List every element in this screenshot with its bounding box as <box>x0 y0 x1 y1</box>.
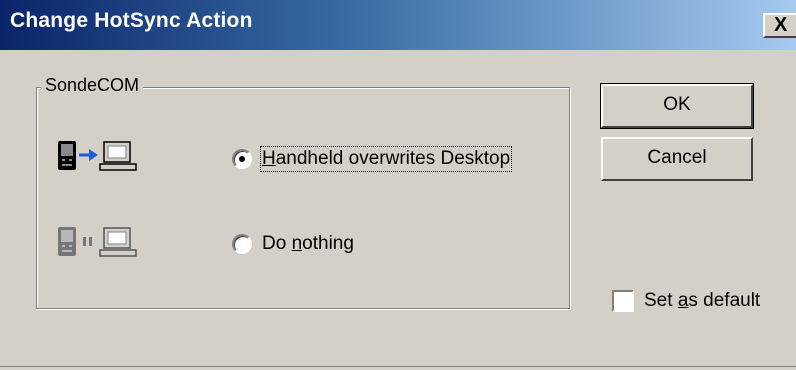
close-button[interactable]: X <box>763 13 796 38</box>
window-bottom-edge <box>0 366 796 370</box>
close-icon: X <box>774 14 788 36</box>
radio-button-selected[interactable] <box>232 149 252 169</box>
radio-handheld-overwrites-desktop[interactable]: Handheld overwrites Desktop <box>232 146 513 172</box>
radio-do-nothing[interactable]: Do nothing <box>232 233 354 255</box>
group-label: SondeCOM <box>41 75 144 96</box>
cancel-button[interactable]: Cancel <box>601 137 753 181</box>
radio-label: Handheld overwrites Desktop <box>259 146 513 172</box>
checkbox-label: Set as default <box>644 290 761 311</box>
do-nothing-icon <box>58 227 137 257</box>
ok-button[interactable]: OK <box>600 83 754 129</box>
radio-button[interactable] <box>232 234 252 254</box>
radio-label: Do nothing <box>262 233 354 254</box>
checkbox-box[interactable] <box>612 290 634 312</box>
set-as-default-checkbox[interactable]: Set as default <box>612 290 760 312</box>
conduit-group-box <box>36 87 570 309</box>
dialog-title: Change HotSync Action <box>10 9 253 32</box>
handheld-to-desktop-icon <box>58 141 137 171</box>
radio-dot <box>239 156 245 162</box>
title-bar: Change HotSync Action <box>0 0 796 50</box>
